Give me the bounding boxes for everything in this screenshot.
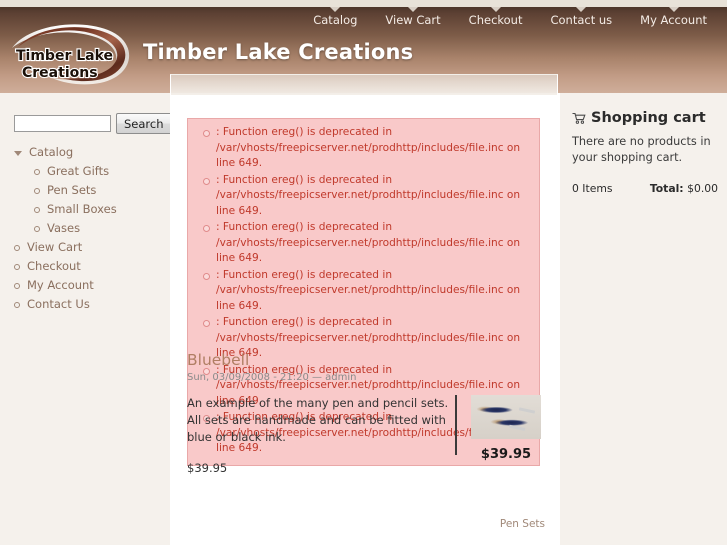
- chevron-down-icon: [490, 7, 501, 12]
- error-message-item: : Function ereg() is deprecated in /var/…: [203, 173, 533, 221]
- page-root: Catalog View Cart Checkout Contact us My…: [0, 0, 727, 545]
- circle-bullet-icon: [14, 283, 20, 289]
- sidebar-item-vases[interactable]: Vases: [14, 219, 164, 238]
- logo-text-line1: Timber Lake: [16, 48, 113, 64]
- triangle-down-icon: [14, 151, 22, 156]
- node-taxonomy-terms: Pen Sets: [500, 518, 545, 530]
- shopping-cart-total: Total: $0.00: [650, 182, 718, 195]
- site-title: Timber Lake Creations: [143, 40, 414, 64]
- sidebar-item-label[interactable]: View Cart: [27, 240, 82, 255]
- chevron-down-icon: [408, 7, 419, 12]
- circle-bullet-icon: [34, 188, 40, 194]
- error-message-item: : Function ereg() is deprecated in /var/…: [203, 220, 533, 268]
- error-message-item: : Function ereg() is deprecated in /var/…: [203, 125, 533, 173]
- search-block: Search: [14, 113, 172, 134]
- nav-item-label: My Account: [640, 13, 707, 27]
- chevron-down-icon: [330, 7, 341, 12]
- nav-item-label: View Cart: [385, 13, 441, 27]
- circle-bullet-icon: [14, 245, 20, 251]
- left-sidebar: Search Catalog Great Gifts Pen Sets Smal…: [0, 93, 172, 545]
- sidebar-item-great-gifts[interactable]: Great Gifts: [14, 162, 164, 181]
- shopping-cart-items-count: 0 Items: [572, 182, 613, 195]
- vertical-divider: [455, 395, 457, 455]
- sidebar-item-label[interactable]: Catalog: [29, 145, 73, 160]
- sidebar-item-checkout[interactable]: Checkout: [14, 257, 164, 276]
- product-node: Bluebell Sun, 03/09/2008 - 21:20 — admin…: [187, 351, 545, 475]
- circle-bullet-icon: [34, 169, 40, 175]
- sidebar-item-view-cart[interactable]: View Cart: [14, 238, 164, 257]
- right-sidebar: Shopping cart There are no products in y…: [560, 93, 727, 545]
- chevron-down-icon: [576, 7, 587, 12]
- sidebar-item-label[interactable]: Pen Sets: [47, 183, 96, 198]
- search-input[interactable]: [14, 115, 111, 132]
- product-photo[interactable]: [471, 395, 541, 439]
- product-image-price: $39.95: [480, 447, 532, 462]
- circle-bullet-icon: [14, 264, 20, 270]
- nav-item-checkout[interactable]: Checkout: [455, 7, 537, 29]
- shopping-cart-icon: [572, 112, 586, 124]
- primary-navigation: Catalog View Cart Checkout Contact us My…: [299, 7, 721, 29]
- shopping-cart-block: Shopping cart There are no products in y…: [572, 110, 718, 195]
- sidebar-item-catalog[interactable]: Catalog: [14, 143, 164, 162]
- shopping-cart-title: Shopping cart: [572, 110, 718, 126]
- node-price: $39.95: [187, 461, 228, 475]
- circle-bullet-icon: [14, 302, 20, 308]
- product-image-block: $39.95: [455, 395, 547, 462]
- shopping-cart-summary: 0 Items Total: $0.00: [572, 182, 718, 195]
- main-content: : Function ereg() is deprecated in /var/…: [170, 93, 560, 545]
- shopping-cart-empty-message: There are no products in your shopping c…: [572, 135, 711, 164]
- header-top-strip: [0, 0, 727, 7]
- node-description: An example of the many pen and pencil se…: [187, 396, 449, 444]
- nav-item-my-account[interactable]: My Account: [626, 7, 721, 29]
- sidebar-item-contact-us[interactable]: Contact Us: [14, 295, 164, 314]
- search-button[interactable]: Search: [116, 113, 172, 134]
- nav-item-view-cart[interactable]: View Cart: [371, 7, 454, 29]
- sidebar-item-label[interactable]: My Account: [27, 278, 94, 293]
- nav-item-catalog[interactable]: Catalog: [299, 7, 371, 29]
- sidebar-item-my-account[interactable]: My Account: [14, 276, 164, 295]
- shopping-cart-total-label: Total:: [649, 182, 684, 195]
- sidebar-item-label[interactable]: Contact Us: [27, 297, 90, 312]
- error-message-item: : Function ereg() is deprecated in /var/…: [203, 268, 533, 316]
- circle-bullet-icon: [34, 226, 40, 232]
- taxonomy-term-link[interactable]: Pen Sets: [500, 518, 545, 530]
- circle-bullet-icon: [34, 207, 40, 213]
- sidebar-item-small-boxes[interactable]: Small Boxes: [14, 200, 164, 219]
- shopping-cart-title-label: Shopping cart: [591, 110, 706, 126]
- site-logo[interactable]: Timber Lake Creations: [6, 18, 140, 86]
- nav-item-label: Catalog: [313, 13, 358, 27]
- logo-text-line2: Creations: [22, 65, 98, 81]
- sidebar-item-label[interactable]: Vases: [47, 221, 80, 236]
- page-title: Bluebell: [187, 351, 250, 369]
- sidebar-menu: Catalog Great Gifts Pen Sets Small Boxes…: [14, 143, 164, 314]
- node-submitted-meta: Sun, 03/09/2008 - 21:20 — admin: [187, 372, 357, 383]
- sidebar-item-label[interactable]: Great Gifts: [47, 164, 109, 179]
- content-panel-top-tab: [170, 74, 558, 95]
- node-body: $39.95 An example of the many pen and pe…: [187, 395, 545, 475]
- page-body: Search Catalog Great Gifts Pen Sets Smal…: [0, 93, 727, 545]
- nav-item-contact-us[interactable]: Contact us: [536, 7, 626, 29]
- sidebar-item-label[interactable]: Small Boxes: [47, 202, 117, 217]
- shopping-cart-total-value: $0.00: [687, 182, 718, 195]
- nav-item-label: Contact us: [550, 13, 613, 27]
- sidebar-item-label[interactable]: Checkout: [27, 259, 81, 274]
- nav-item-label: Checkout: [468, 13, 523, 27]
- chevron-down-icon: [668, 7, 679, 12]
- sidebar-item-pen-sets[interactable]: Pen Sets: [14, 181, 164, 200]
